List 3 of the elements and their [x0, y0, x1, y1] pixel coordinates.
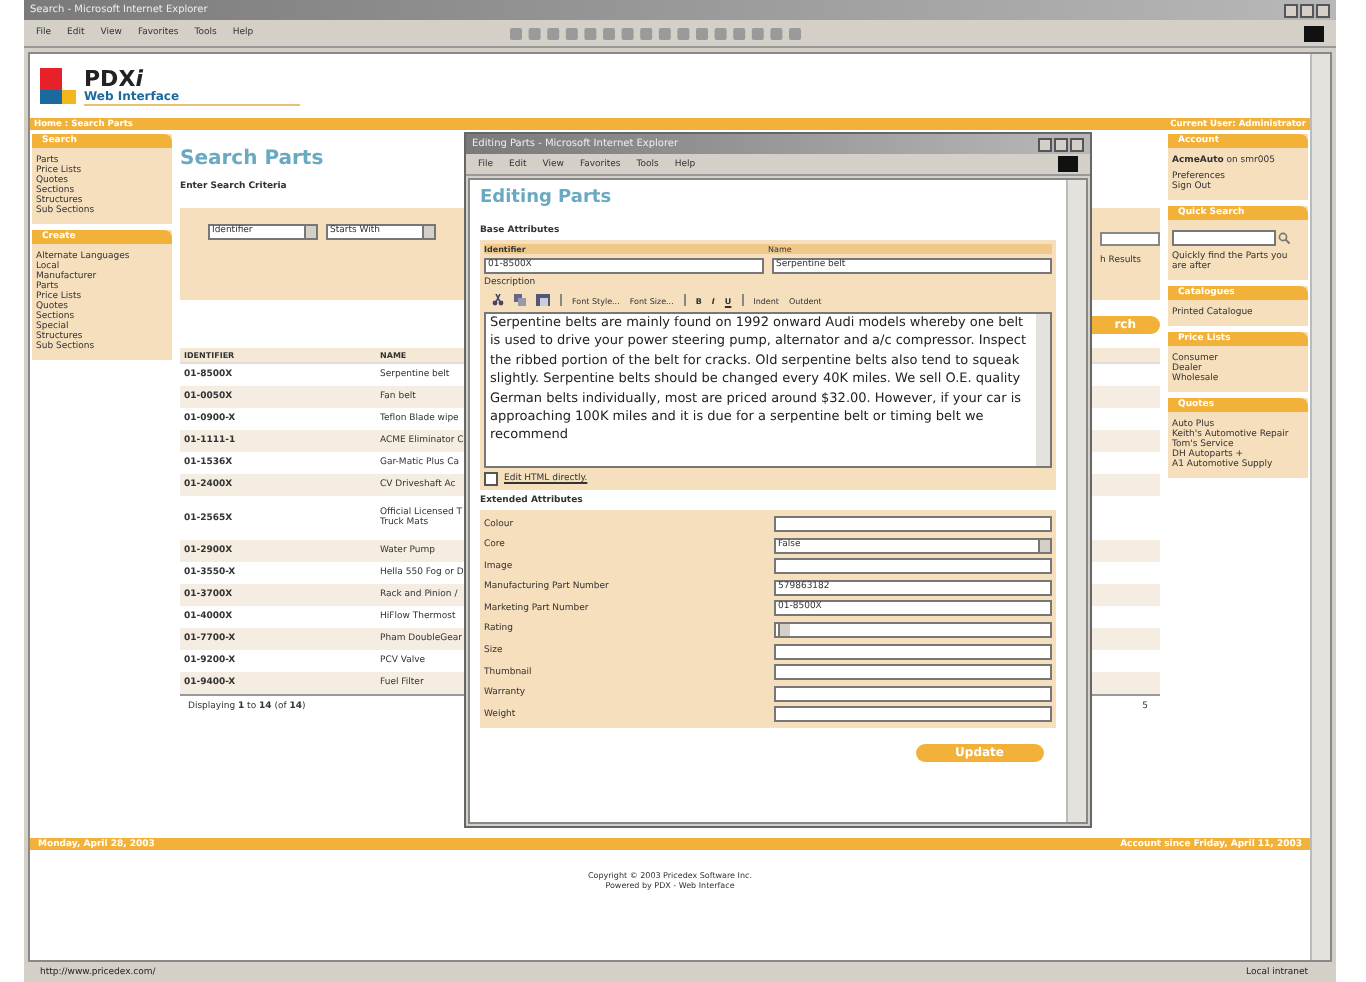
page-title: Search Parts — [180, 148, 324, 170]
logo-text: PDXi — [84, 67, 146, 89]
dialog-heading: Editing Parts — [480, 188, 612, 208]
